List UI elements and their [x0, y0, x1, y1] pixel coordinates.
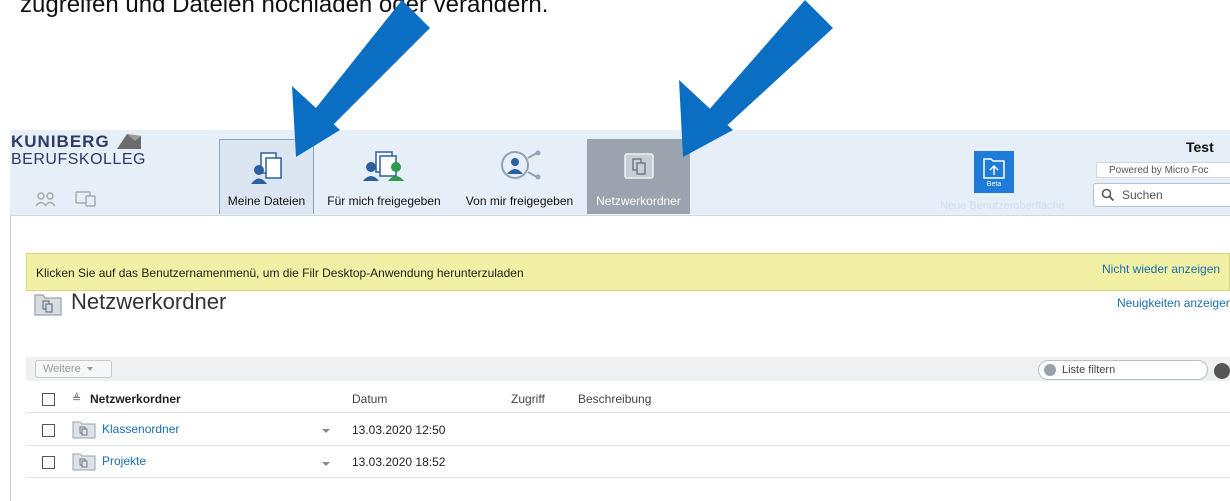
- arrow-my-files: [292, 0, 430, 157]
- annotation-arrows: [292, 0, 833, 157]
- arrow-network-folders: [679, 0, 833, 157]
